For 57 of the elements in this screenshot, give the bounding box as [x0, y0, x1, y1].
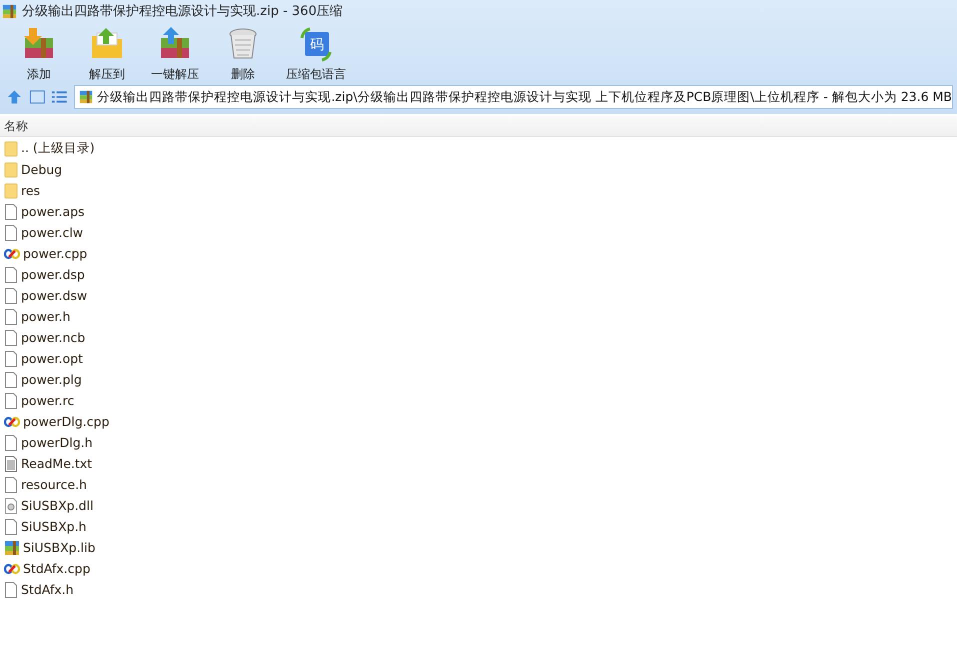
file-icon	[4, 518, 18, 534]
archive-icon	[4, 540, 20, 556]
infinity-icon	[4, 416, 20, 428]
file-name[interactable]: power.dsw	[21, 288, 88, 303]
toolbar-button[interactable]: 码 压缩包语言	[278, 22, 354, 83]
infinity-icon	[4, 248, 20, 260]
file-name[interactable]: SiUSBXp.lib	[23, 540, 96, 555]
folder-icon	[4, 182, 18, 198]
address-field[interactable]: 分级输出四路带保护程控电源设计与实现.zip\分级输出四路带保护程控电源设计与实现 上下机位程序及PCB原理图\上位机程序 - 解包大小为 23.6 MB	[74, 85, 953, 109]
file-name[interactable]: power.h	[21, 309, 70, 324]
file-icon	[4, 266, 18, 282]
language-glyph: 码	[310, 37, 324, 53]
file-name[interactable]: power.aps	[21, 204, 85, 219]
file-name[interactable]: power.cpp	[23, 246, 88, 261]
file-name[interactable]: ReadMe.txt	[21, 456, 92, 471]
file-icon	[4, 288, 18, 304]
infinity-icon	[4, 562, 20, 574]
archive-icon	[79, 90, 94, 104]
file-name[interactable]: SiUSBXp.dll	[21, 498, 94, 513]
file-icon	[4, 392, 18, 408]
large-icons-view-icon[interactable]	[28, 88, 46, 106]
file-icon	[4, 330, 18, 346]
toolbar-button[interactable]: 添加	[6, 22, 72, 83]
file-name[interactable]: Debug	[21, 162, 62, 177]
file-name[interactable]: resource.h	[21, 477, 87, 492]
file-name[interactable]: powerDlg.h	[21, 435, 93, 450]
file-icon	[4, 204, 18, 220]
dll-file-icon	[4, 498, 18, 514]
folder-icon	[4, 140, 18, 156]
file-name[interactable]: StdAfx.h	[21, 582, 74, 597]
file-name[interactable]: power.dsp	[21, 267, 85, 282]
file-icon	[4, 308, 18, 324]
toolbar-button[interactable]: 解压到	[74, 22, 140, 83]
file-icon	[4, 350, 18, 366]
file-name[interactable]: power.clw	[21, 225, 84, 240]
folder-icon	[4, 162, 18, 178]
file-icon	[4, 372, 18, 388]
window-title: 分级输出四路带保护程控电源设计与实现.zip - 360压缩	[22, 3, 343, 20]
file-name[interactable]: StdAfx.cpp	[23, 561, 90, 576]
archive-icon	[2, 4, 17, 18]
column-header[interactable]: 名称	[0, 118, 28, 134]
file-icon	[4, 582, 18, 598]
text-file-icon	[4, 456, 18, 472]
file-name[interactable]: powerDlg.cpp	[23, 414, 110, 429]
file-name[interactable]: res	[21, 183, 40, 198]
toolbar-button[interactable]: 删除	[210, 22, 276, 83]
file-icon	[4, 434, 18, 450]
file-name[interactable]: power.opt	[21, 351, 83, 366]
file-name[interactable]: power.ncb	[21, 330, 86, 345]
file-name[interactable]: power.plg	[21, 372, 82, 387]
up-arrow-icon[interactable]	[6, 88, 23, 106]
file-name[interactable]: SiUSBXp.h	[21, 519, 86, 534]
file-icon	[4, 476, 18, 492]
file-icon	[4, 224, 18, 240]
file-name[interactable]: .. (上级目录)	[21, 140, 95, 157]
file-name[interactable]: power.rc	[21, 393, 74, 408]
toolbar-button[interactable]: 一键解压	[142, 22, 208, 83]
